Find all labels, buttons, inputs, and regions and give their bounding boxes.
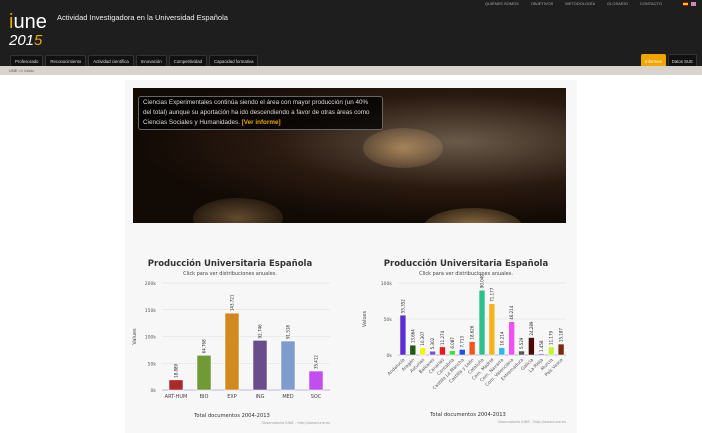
y-tick-label: 150k bbox=[145, 308, 157, 314]
bar bbox=[429, 350, 436, 356]
top-link[interactable]: CONTACTO bbox=[640, 1, 662, 6]
bar bbox=[478, 289, 486, 356]
chart-by-area[interactable]: Producción Universitaria Española Click p… bbox=[130, 250, 360, 430]
data-label: 13.664 bbox=[410, 329, 415, 343]
bar bbox=[439, 346, 446, 356]
data-label: 11.274 bbox=[440, 330, 445, 344]
bar bbox=[419, 347, 426, 356]
ver-informe-link[interactable]: [Ver informe] bbox=[242, 119, 281, 126]
data-label: 6.087 bbox=[450, 337, 455, 349]
bar bbox=[196, 355, 212, 391]
chart-subtitle: Click para ver distribuciones anuales. bbox=[183, 271, 277, 277]
x-tick-label: SOC bbox=[311, 394, 322, 400]
data-label: 18.626 bbox=[470, 325, 475, 339]
bar bbox=[409, 344, 417, 356]
chart-title: Producción Universitaria Española bbox=[384, 258, 549, 269]
data-label: 5.302 bbox=[430, 337, 435, 349]
data-label: 24.289 bbox=[529, 321, 534, 335]
header: QUIÉNES SOMOS OBJETIVOS METODOLOGÍA GLOS… bbox=[0, 0, 702, 69]
x-axis-label: Total documentos 2004-2013 bbox=[193, 413, 270, 419]
bar bbox=[459, 349, 466, 356]
y-tick-label: 100k bbox=[381, 281, 393, 287]
page-title: Actividad Investigadora en la Universida… bbox=[57, 13, 228, 22]
bar bbox=[508, 321, 515, 356]
y-tick-label: 50k bbox=[148, 361, 157, 367]
y-tick-label: 50k bbox=[384, 317, 393, 323]
data-label: 18.889 bbox=[174, 363, 179, 377]
bar bbox=[518, 350, 525, 356]
chart-credit: Observatorio IUNE - http://www.iune.es bbox=[498, 420, 567, 424]
bar bbox=[224, 312, 240, 391]
bar bbox=[280, 340, 296, 391]
data-label: 1.458 bbox=[539, 340, 544, 352]
bar bbox=[547, 346, 555, 356]
data-label: 55.352 bbox=[400, 299, 405, 313]
data-label: 143.721 bbox=[230, 294, 235, 311]
x-tick-label: ART-HUM bbox=[165, 394, 188, 400]
data-label: 11.179 bbox=[549, 330, 554, 344]
banner-caption: Ciencias Experimentales continúa siendo … bbox=[138, 96, 383, 130]
chart-subtitle: Click para ver distribuciones anuales. bbox=[419, 271, 513, 277]
bar bbox=[449, 350, 456, 356]
x-tick-label: BIO bbox=[200, 394, 209, 400]
y-tick-label: 200k bbox=[145, 281, 157, 287]
top-link[interactable]: OBJETIVOS bbox=[531, 1, 553, 6]
bar bbox=[538, 353, 545, 356]
top-link[interactable]: METODOLOGÍA bbox=[565, 1, 595, 6]
bar bbox=[399, 314, 407, 356]
data-label: 46.214 bbox=[509, 305, 514, 319]
y-tick-label: 100k bbox=[145, 335, 157, 341]
data-label: 15.187 bbox=[559, 328, 564, 342]
data-label: 71.177 bbox=[489, 287, 494, 301]
spanish-flag-icon[interactable] bbox=[683, 2, 688, 6]
top-link[interactable]: GLOSARIO bbox=[607, 1, 628, 6]
data-label: 35.412 bbox=[314, 355, 319, 369]
bar bbox=[468, 341, 476, 356]
data-label: 10.214 bbox=[499, 331, 504, 345]
x-tick-label: MED bbox=[282, 394, 293, 400]
x-tick-label: EXP bbox=[227, 394, 237, 400]
y-tick-label: 0k bbox=[151, 388, 157, 394]
x-axis-label: Total documentos 2004-2013 bbox=[429, 412, 506, 418]
y-axis-label: Values bbox=[362, 310, 368, 327]
data-label: 91.518 bbox=[286, 325, 291, 339]
data-label: 90.049 bbox=[480, 274, 485, 288]
data-label: 92.746 bbox=[258, 324, 263, 338]
y-tick-label: 0k bbox=[387, 353, 393, 359]
bar bbox=[488, 303, 496, 356]
logo: iune 2015 bbox=[9, 11, 47, 49]
chart-by-region[interactable]: Producción Universitaria Española Click p… bbox=[360, 250, 580, 430]
bar bbox=[557, 343, 565, 356]
bar bbox=[308, 370, 324, 391]
data-label: 7.713 bbox=[460, 336, 465, 348]
bar bbox=[528, 337, 535, 356]
data-label: 5.529 bbox=[519, 337, 524, 349]
language-flags bbox=[683, 2, 696, 6]
data-label: 64.768 bbox=[202, 339, 207, 353]
english-flag-icon[interactable] bbox=[691, 2, 696, 6]
top-links: QUIÉNES SOMOS OBJETIVOS METODOLOGÍA GLOS… bbox=[485, 1, 662, 6]
chart-credit: Observatorio IUNE - http://www.iune.es bbox=[262, 421, 331, 425]
data-label: 10.307 bbox=[420, 331, 425, 345]
hero-banner[interactable]: Ciencias Experimentales continúa siendo … bbox=[133, 88, 566, 223]
bar bbox=[498, 347, 505, 356]
breadcrumb: UNE >> Inicio bbox=[0, 66, 702, 75]
top-link[interactable]: QUIÉNES SOMOS bbox=[485, 1, 519, 6]
chart-title: Producción Universitaria Española bbox=[148, 258, 313, 269]
x-tick-label: ING bbox=[255, 394, 264, 400]
y-axis-label: Values bbox=[132, 328, 138, 345]
bar bbox=[168, 379, 184, 391]
bar bbox=[252, 340, 268, 391]
